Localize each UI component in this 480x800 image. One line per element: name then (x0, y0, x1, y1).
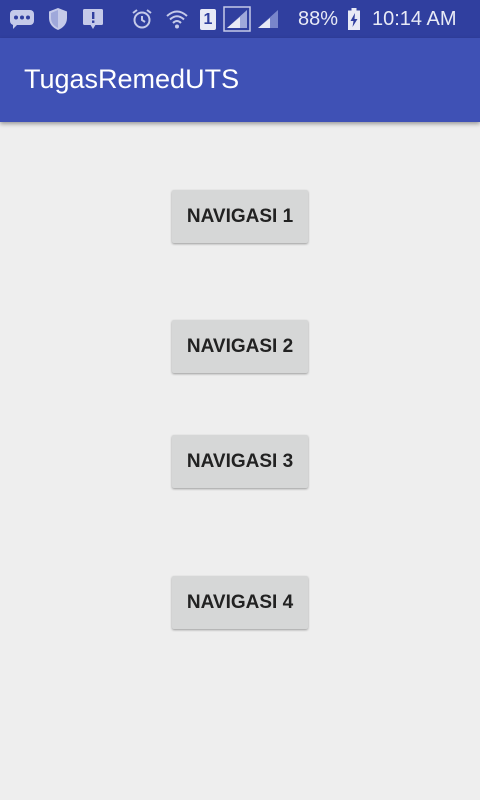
navigasi-1-button[interactable]: NAVIGASI 1 (172, 190, 308, 243)
sim-card-icon: 1 (198, 7, 218, 31)
navigasi-3-button[interactable]: NAVIGASI 3 (172, 435, 308, 488)
battery-percentage: 88% (298, 8, 339, 30)
status-bar: 1 88% 10:14 AM (0, 0, 480, 38)
navigasi-2-button[interactable]: NAVIGASI 2 (172, 320, 308, 373)
signal-strength-icon (223, 6, 251, 32)
app-title: TugasRemedUTS (24, 64, 240, 94)
wifi-icon (164, 7, 190, 31)
alarm-clock-icon (130, 7, 154, 31)
shield-icon (46, 7, 70, 31)
sim-card-number: 1 (200, 8, 216, 30)
chat-bubble-icon (8, 7, 36, 31)
navigasi-4-button[interactable]: NAVIGASI 4 (172, 576, 308, 629)
status-clock: 10:14 AM (372, 8, 457, 30)
app-bar: TugasRemedUTS (0, 38, 480, 122)
signal-strength-icon (256, 7, 280, 31)
alert-message-icon (80, 7, 106, 31)
battery-charging-icon (345, 7, 363, 31)
